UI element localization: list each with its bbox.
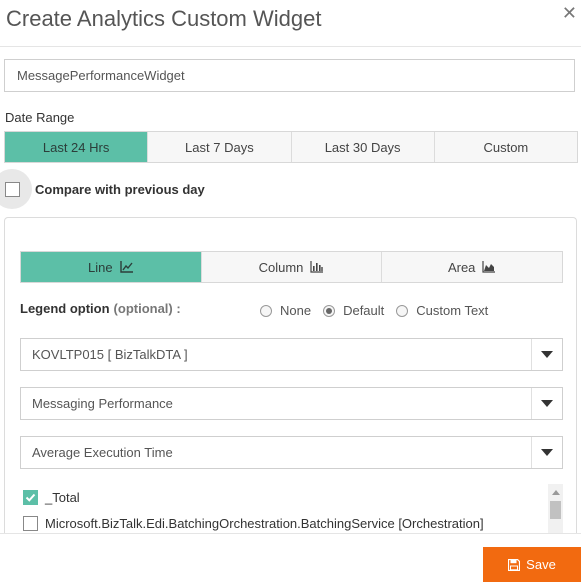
close-icon[interactable]: ✕ [562,3,577,24]
category-select[interactable]: Messaging Performance [20,387,563,420]
line-chart-icon [119,261,134,273]
date-range-last-30-days[interactable]: Last 30 Days [290,132,434,162]
date-range-last-24-hrs[interactable]: Last 24 Hrs [5,132,148,162]
chart-type-line[interactable]: Line [21,252,201,282]
chart-settings-panel: Line Column Area Legend option (optional)… [4,217,577,547]
legend-option-group: None Default Custom Text [260,303,500,318]
date-range-selector: Last 24 Hrs Last 7 Days Last 30 Days Cus… [4,131,578,163]
chart-type-selector: Line Column Area [20,251,563,283]
compare-option: Compare with previous day [0,169,205,209]
radio-default-dot [323,304,336,317]
compare-checkbox[interactable] [5,181,20,197]
bar-chart-icon [310,261,324,273]
compare-label: Compare with previous day [35,181,205,197]
environment-select[interactable]: KOVLTP015 [ BizTalkDTA ] [20,338,563,371]
chevron-down-icon[interactable] [531,339,562,370]
instance-checkbox[interactable] [23,489,38,505]
legend-option-label: Legend option (optional) : [20,301,181,316]
legend-radio-none[interactable]: None [260,303,311,318]
save-button[interactable]: Save [483,547,581,582]
instance-checkbox[interactable] [23,515,38,531]
metric-select[interactable]: Average Execution Time [20,436,563,469]
area-chart-icon [482,261,496,273]
scroll-up-icon[interactable] [552,490,560,495]
dialog-footer: Save [0,533,581,588]
date-range-last-7-days[interactable]: Last 7 Days [147,132,291,162]
scroll-thumb[interactable] [550,501,561,519]
radio-none-dot [260,304,272,317]
legend-optional-note: (optional) : [113,301,181,316]
radio-custom-text-dot [396,304,409,317]
list-item[interactable]: _Total [20,484,563,510]
chart-type-area[interactable]: Area [381,252,563,282]
widget-name-input[interactable] [4,59,575,92]
date-range-custom[interactable]: Custom [433,132,577,162]
floppy-disk-icon [508,558,521,571]
legend-radio-default[interactable]: Default [323,303,384,318]
date-range-label: Date Range [5,110,75,125]
legend-radio-custom-text[interactable]: Custom Text [396,303,488,318]
check-icon [25,493,36,502]
dialog-header: Create Analytics Custom Widget ✕ [0,0,581,47]
chart-type-column[interactable]: Column [200,252,382,282]
chevron-down-icon[interactable] [531,388,562,419]
dialog-title: Create Analytics Custom Widget [6,6,322,31]
chevron-down-icon[interactable] [531,437,562,468]
